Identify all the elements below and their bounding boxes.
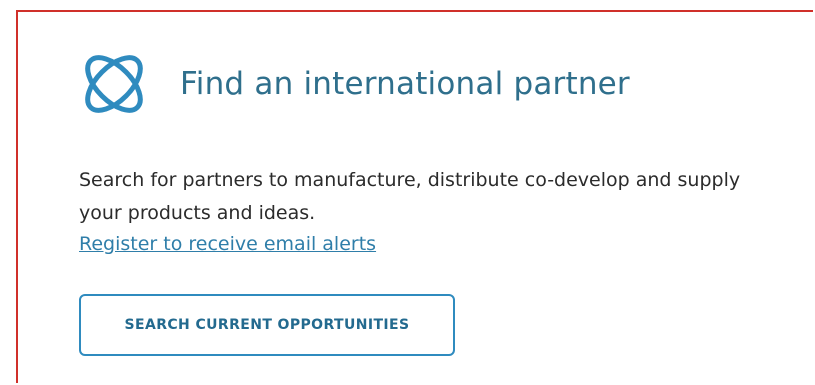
search-opportunities-button[interactable]: SEARCH CURRENT OPPORTUNITIES — [79, 294, 455, 356]
register-email-alerts-link[interactable]: Register to receive email alerts — [79, 233, 376, 255]
card-description: Search for partners to manufacture, dist… — [79, 169, 741, 224]
card-header: Find an international partner — [78, 48, 630, 120]
card-title: Find an international partner — [180, 66, 630, 102]
search-opportunities-button-label: SEARCH CURRENT OPPORTUNITIES — [124, 317, 410, 333]
orbit-globe-icon — [85, 55, 143, 113]
partner-card: Find an international partner Search for… — [16, 10, 813, 383]
